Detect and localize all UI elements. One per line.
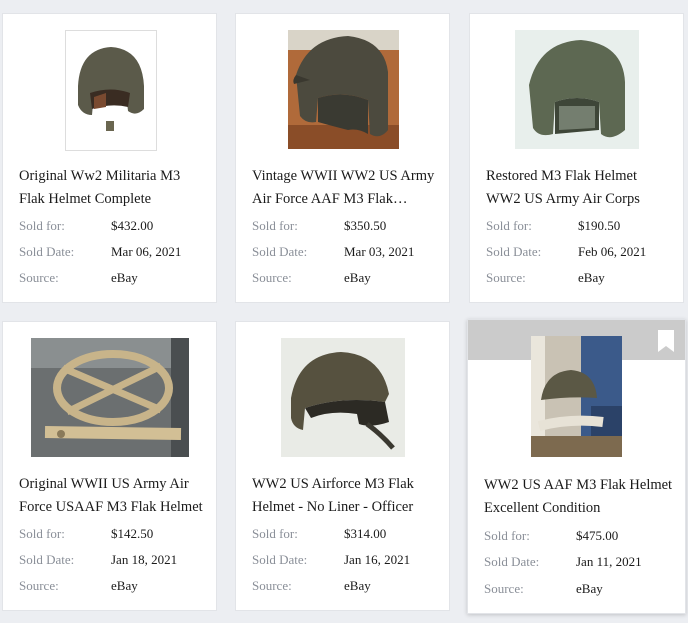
source-value: eBay [344, 578, 371, 593]
source-value: eBay [576, 581, 603, 596]
listing-card[interactable]: Original Ww2 Militaria M3 Flak Helmet Co… [2, 13, 217, 303]
sold-date-label: Sold Date: [486, 244, 542, 259]
listing-title[interactable]: Restored M3 Flak Helmet WW2 US Army Air … [486, 165, 673, 211]
sold-for-label: Sold for: [19, 526, 65, 541]
listing-image[interactable] [65, 30, 157, 151]
sold-for-value: $350.50 [344, 218, 387, 233]
listing-image[interactable] [281, 338, 405, 457]
sold-for-row: Sold for: $314.00 [252, 526, 441, 546]
sold-date-value: Mar 03, 2021 [344, 244, 415, 259]
listing-image[interactable] [531, 336, 622, 457]
listing-title[interactable]: WW2 US Airforce M3 Flak Helmet - No Line… [252, 473, 439, 519]
sold-date-row: Sold Date: Jan 11, 2021 [484, 554, 677, 574]
sold-date-value: Mar 06, 2021 [111, 244, 182, 259]
sold-for-label: Sold for: [484, 528, 530, 543]
listing-card[interactable]: Restored M3 Flak Helmet WW2 US Army Air … [469, 13, 684, 303]
listing-card[interactable]: Vintage WWII WW2 US Army Air Force AAF M… [235, 13, 450, 303]
sold-date-label: Sold Date: [484, 554, 540, 569]
listing-title[interactable]: Original WWII US Army Air Force USAAF M3… [19, 473, 206, 519]
source-value: eBay [578, 270, 605, 285]
source-value: eBay [344, 270, 371, 285]
source-row: Source: eBay [19, 270, 208, 290]
sold-for-value: $475.00 [576, 528, 619, 543]
sold-date-value: Jan 18, 2021 [111, 552, 178, 567]
sold-for-row: Sold for: $142.50 [19, 526, 208, 546]
source-label: Source: [252, 578, 292, 593]
sold-date-label: Sold Date: [19, 244, 75, 259]
source-label: Source: [19, 578, 59, 593]
sold-for-label: Sold for: [486, 218, 532, 233]
sold-for-label: Sold for: [19, 218, 65, 233]
listing-image[interactable] [31, 338, 189, 457]
sold-date-row: Sold Date: Mar 03, 2021 [252, 244, 441, 264]
sold-date-value: Jan 11, 2021 [576, 554, 642, 569]
listing-title[interactable]: WW2 US AAF M3 Flak Helmet Excellent Cond… [484, 474, 675, 520]
source-row: Source: eBay [484, 581, 677, 601]
sold-for-row: Sold for: $475.00 [484, 528, 677, 548]
sold-date-row: Sold Date: Jan 16, 2021 [252, 552, 441, 572]
source-row: Source: eBay [252, 578, 441, 598]
source-value: eBay [111, 578, 138, 593]
sold-date-label: Sold Date: [19, 552, 75, 567]
source-row: Source: eBay [19, 578, 208, 598]
sold-for-row: Sold for: $350.50 [252, 218, 441, 238]
sold-for-value: $432.00 [111, 218, 154, 233]
sold-for-value: $190.50 [578, 218, 621, 233]
sold-date-value: Jan 16, 2021 [344, 552, 411, 567]
listing-title[interactable]: Original Ww2 Militaria M3 Flak Helmet Co… [19, 165, 206, 211]
sold-date-row: Sold Date: Mar 06, 2021 [19, 244, 208, 264]
source-label: Source: [252, 270, 292, 285]
source-row: Source: eBay [252, 270, 441, 290]
sold-date-label: Sold Date: [252, 552, 308, 567]
sold-for-label: Sold for: [252, 526, 298, 541]
sold-for-label: Sold for: [252, 218, 298, 233]
sold-for-value: $142.50 [111, 526, 154, 541]
listing-title[interactable]: Vintage WWII WW2 US Army Air Force AAF M… [252, 165, 439, 211]
listing-card[interactable]: WW2 US Airforce M3 Flak Helmet - No Line… [235, 321, 450, 611]
source-label: Source: [484, 581, 524, 596]
sold-date-label: Sold Date: [252, 244, 308, 259]
source-label: Source: [486, 270, 526, 285]
bookmark-icon[interactable] [657, 329, 675, 353]
sold-for-value: $314.00 [344, 526, 387, 541]
listing-image[interactable] [515, 30, 639, 149]
listing-image[interactable] [288, 30, 399, 149]
source-value: eBay [111, 270, 138, 285]
sold-date-row: Sold Date: Jan 18, 2021 [19, 552, 208, 572]
sold-for-row: Sold for: $190.50 [486, 218, 675, 238]
listing-card[interactable]: Original WWII US Army Air Force USAAF M3… [2, 321, 217, 611]
source-row: Source: eBay [486, 270, 675, 290]
sold-date-value: Feb 06, 2021 [578, 244, 647, 259]
listing-card[interactable]: WW2 US AAF M3 Flak Helmet Excellent Cond… [467, 319, 686, 614]
sold-date-row: Sold Date: Feb 06, 2021 [486, 244, 675, 264]
sold-for-row: Sold for: $432.00 [19, 218, 208, 238]
source-label: Source: [19, 270, 59, 285]
